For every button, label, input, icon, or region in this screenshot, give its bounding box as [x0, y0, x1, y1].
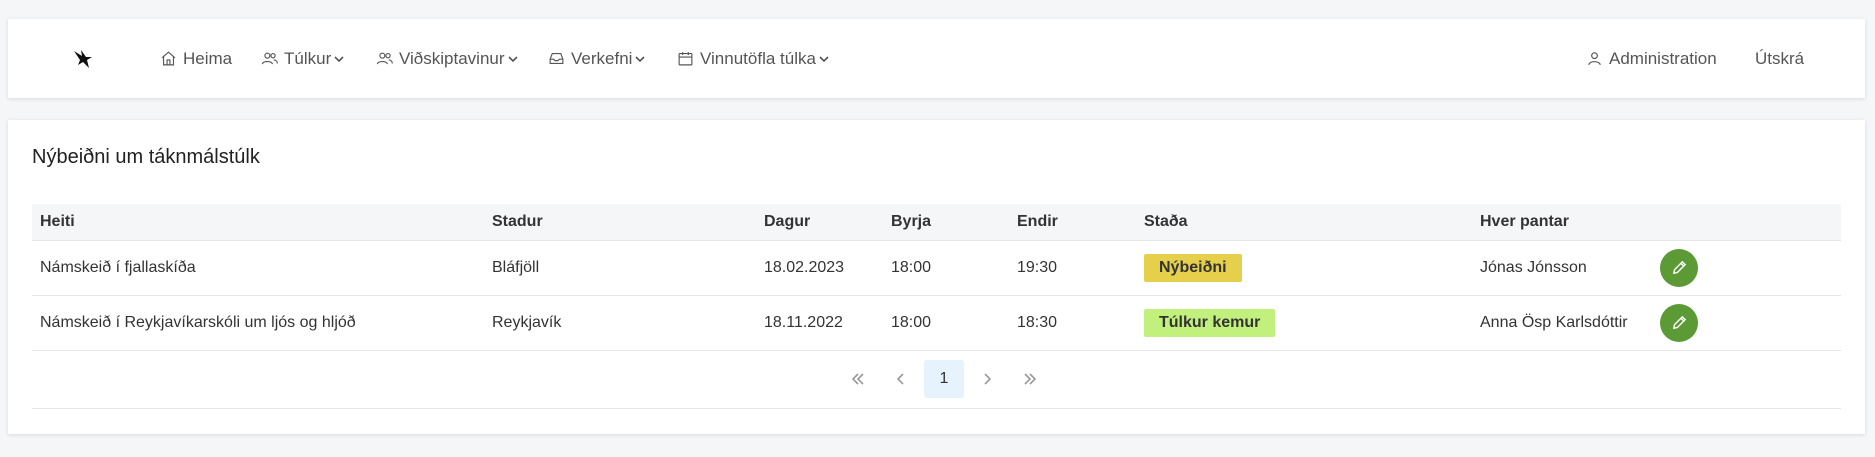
- edit-button[interactable]: [1660, 303, 1698, 342]
- cell-dagur: 18.02.2023: [764, 258, 845, 276]
- page-number-button[interactable]: 1: [924, 360, 964, 398]
- calendar-icon: [678, 52, 693, 66]
- nav-customer-label: Viðskiptavinur: [399, 48, 505, 68]
- chevron-down-icon: [819, 55, 829, 62]
- table-row[interactable]: Námskeið í Reykjavíkarskóli um ljós og h…: [32, 295, 1841, 350]
- cell-heiti: Námskeið í Reykjavíkarskóli um ljós og h…: [40, 313, 356, 331]
- logout-link[interactable]: Útskrá: [1755, 19, 1804, 98]
- nav-workflow[interactable]: Vinnutöfla túlka: [677, 19, 830, 98]
- nav-interpreters[interactable]: Túlkur: [261, 19, 345, 98]
- users-icon: [261, 52, 278, 65]
- nav-interpreters-label: Túlkur: [284, 48, 332, 68]
- chevron-down-icon: [334, 55, 344, 62]
- nav-home-label: Heima: [183, 48, 233, 68]
- cell-byrja: 18:00: [891, 313, 932, 331]
- prev-page-button[interactable]: [881, 360, 921, 398]
- cell-dagur: 18.11.2022: [764, 313, 843, 331]
- chevrons-left-icon: [851, 373, 864, 385]
- column-header[interactable]: Dagur: [756, 204, 883, 241]
- cell-stadur: Reykjavík: [492, 313, 562, 331]
- pencil-icon: [1672, 315, 1686, 330]
- table-header-row: Heiti Stadur Dagur Byrja Endir Staða Hve…: [32, 204, 1841, 241]
- users-icon: [376, 52, 393, 65]
- column-header[interactable]: Byrja: [883, 204, 1009, 241]
- last-page-button[interactable]: [1010, 360, 1050, 398]
- cell-hver: Jónas Jónsson: [1480, 258, 1587, 276]
- status-badge: Túlkur kemur: [1144, 308, 1276, 337]
- user-icon: [1588, 52, 1601, 66]
- column-header[interactable]: Heiti: [32, 204, 484, 241]
- chevron-right-icon: [984, 373, 992, 385]
- column-header[interactable]: Stadur: [484, 204, 756, 241]
- home-icon: [161, 51, 176, 66]
- status-badge: Nýbeiðni: [1144, 253, 1242, 282]
- chevrons-right-icon: [1024, 373, 1037, 385]
- nav-admin-label: Administration: [1609, 48, 1717, 68]
- nav-home[interactable]: Heima: [160, 19, 232, 98]
- chevron-down-icon: [635, 55, 646, 62]
- column-header[interactable]: Staða: [1136, 204, 1472, 241]
- chevron-left-icon: [896, 373, 904, 385]
- column-header[interactable]: Hver pantar: [1472, 204, 1652, 241]
- cell-heiti: Námskeið í fjallaskíða: [40, 258, 196, 276]
- divider: [32, 408, 1841, 409]
- pencil-icon: [1672, 260, 1686, 275]
- column-header-actions: [1652, 204, 1841, 241]
- cell-endir: 19:30: [1017, 258, 1058, 276]
- cell-byrja: 18:00: [891, 258, 932, 276]
- cell-stadur: Bláfjöll: [492, 258, 540, 276]
- logout-label: Útskrá: [1755, 48, 1805, 68]
- edit-button[interactable]: [1660, 248, 1698, 287]
- table-row[interactable]: Námskeið í fjallaskíða Bláfjöll 18.02.20…: [32, 240, 1841, 295]
- pagination: 1: [838, 360, 1053, 398]
- chevron-down-icon: [507, 55, 518, 62]
- top-navbar: Heima Túlkur Viðskiptavinur Verkefni Vin…: [8, 19, 1865, 98]
- bird-logo-icon[interactable]: [72, 48, 96, 70]
- first-page-button[interactable]: [838, 360, 878, 398]
- requests-table: Heiti Stadur Dagur Byrja Endir Staða Hve…: [32, 204, 1841, 351]
- next-page-button[interactable]: [967, 360, 1007, 398]
- cell-stada: Túlkur kemur: [1136, 295, 1472, 350]
- nav-projects[interactable]: Verkefni: [548, 19, 646, 98]
- inbox-icon: [549, 52, 564, 65]
- cell-hver: Anna Ösp Karlsdóttir: [1480, 313, 1628, 331]
- cell-endir: 18:30: [1017, 313, 1058, 331]
- cell-stada: Nýbeiðni: [1136, 240, 1472, 295]
- cell-actions: [1652, 295, 1841, 350]
- page-title: Nýbeiðni um táknmálstúlk: [32, 146, 260, 168]
- nav-projects-label: Verkefni: [571, 48, 633, 68]
- requests-card: Nýbeiðni um táknmálstúlk Heiti Stadur Da…: [8, 120, 1865, 434]
- nav-admin[interactable]: Administration: [1586, 19, 1717, 98]
- nav-workflow-label: Vinnutöfla túlka: [700, 48, 816, 68]
- nav-customer[interactable]: Viðskiptavinur: [376, 19, 519, 98]
- column-header[interactable]: Endir: [1009, 204, 1136, 241]
- cell-actions: [1652, 240, 1841, 295]
